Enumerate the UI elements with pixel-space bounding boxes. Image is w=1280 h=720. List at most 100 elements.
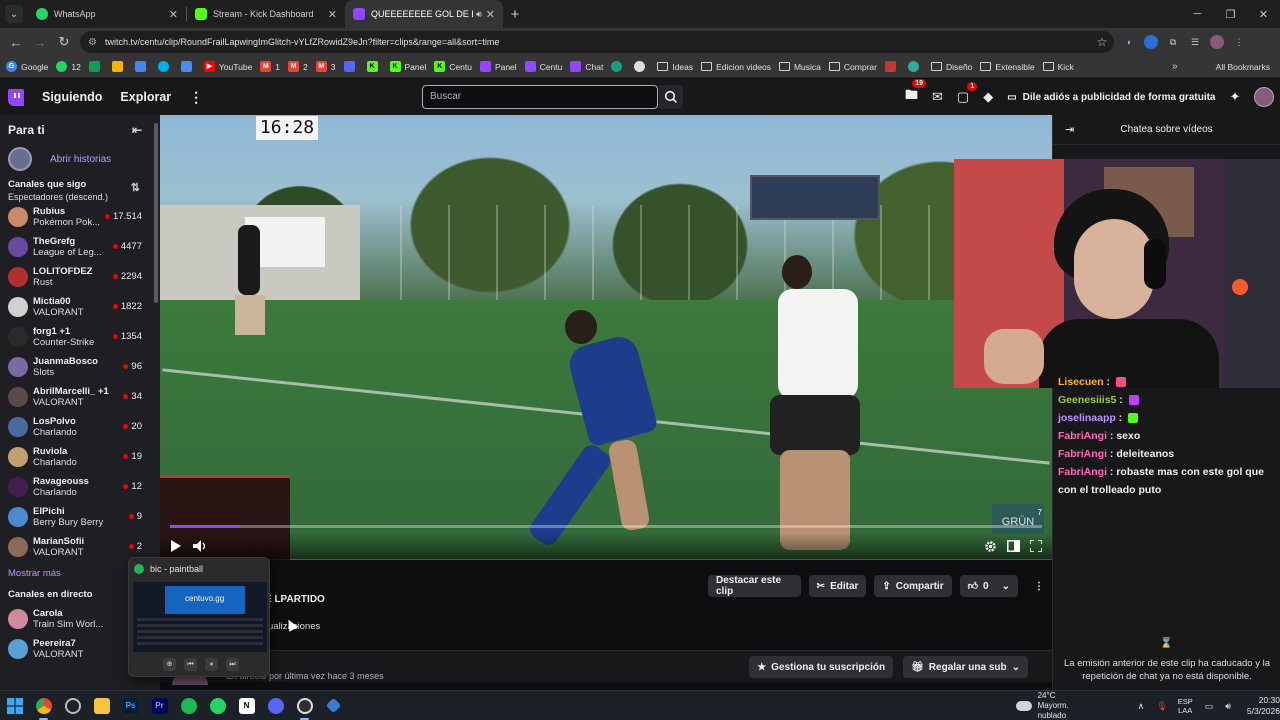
whispers-icon[interactable]: ▢ 1 [957, 82, 978, 105]
address-bar[interactable]: ⚙ twitch.tv/centu/clip/RoundFrailLapwing… [80, 31, 1114, 53]
reading-list-icon[interactable]: ☰ [1188, 35, 1202, 49]
tab-twitch-clip[interactable]: QUEEEEEEEE GOL DE LPAR 🔊︎ ✕ [345, 0, 503, 28]
bookmark-chatgpt[interactable] [611, 61, 626, 72]
volume-tray-icon[interactable]: 🔊︎ [1225, 701, 1231, 712]
sidebar-channel-item[interactable]: AbrilMarcelli_ +1 VALORANT 34 [0, 382, 152, 412]
bookmark-gmail-2[interactable]: M2 [288, 61, 308, 72]
add-icon[interactable]: ⊕ [163, 658, 176, 671]
bookmark-kick-centu[interactable]: K Centu [434, 61, 472, 72]
chat-username[interactable]: Lisecuen [1058, 376, 1104, 388]
close-tab-icon[interactable]: ✕ [169, 8, 178, 21]
inbox-icon[interactable]: ✉︎ [932, 89, 943, 105]
bookmark-folder-edicion[interactable]: Edicion videos [701, 62, 771, 72]
bookmark-twitch-chat[interactable]: Chat [570, 61, 603, 72]
twitch-logo-icon[interactable] [8, 88, 24, 106]
sidebar-channel-item[interactable]: ElPichi Berry Bury Berry 9 [0, 502, 152, 532]
tab-search-button[interactable]: ⌄ [0, 0, 28, 28]
edit-clip-button[interactable]: ✂ Editar [808, 575, 867, 597]
next-track-icon[interactable]: ⏭ [226, 658, 239, 671]
language-indicator[interactable]: ESP LAA [1178, 697, 1193, 715]
chat-username[interactable]: FabriAngi [1058, 430, 1107, 442]
all-bookmarks[interactable]: All Bookmarks [1216, 56, 1270, 78]
bookmark-calendar[interactable] [180, 61, 196, 72]
theatre-mode-icon[interactable] [1007, 540, 1020, 552]
search-input[interactable]: Buscar [422, 85, 658, 109]
tray-overflow-icon[interactable]: ∧ [1138, 701, 1145, 712]
bookmark-folder-ideas[interactable]: Ideas [657, 62, 693, 72]
spotify-preview-thumbnail[interactable]: centuvo.gg [133, 582, 267, 652]
user-avatar[interactable] [1254, 87, 1275, 107]
play-icon[interactable] [170, 540, 181, 552]
taskbar-app[interactable] [319, 691, 348, 720]
chevron-down-icon[interactable]: ⌄ [1012, 662, 1020, 673]
new-tab-button[interactable]: + [503, 6, 527, 23]
bookmark-twitch-panel[interactable]: Panel [479, 61, 517, 72]
tab-kick-dashboard[interactable]: Stream - Kick Dashboard ✕ [187, 0, 345, 28]
taskbar-settings[interactable] [58, 691, 87, 720]
sidebar-channel-item[interactable]: Rubius Pokémon Pok... 17.514 [0, 202, 152, 232]
sidebar-channel-item[interactable]: forg1 +1 Counter-Strike 1354 [0, 322, 152, 352]
gift-sub-button[interactable]: 🎁︎ Regalar una sub ⌄ [903, 656, 1028, 678]
bookmark-gmail-3[interactable]: M3 [315, 61, 336, 72]
video-player[interactable]: 16:28 GRÜN 7 [160, 115, 1052, 560]
search-button[interactable] [659, 85, 683, 109]
system-clock[interactable]: 20:30 5/3/2026 [1247, 695, 1280, 717]
bookmark-misc-1[interactable] [884, 61, 900, 72]
vpn-extension-icon[interactable] [1144, 35, 1158, 49]
open-stories[interactable]: Abrir historias [0, 145, 152, 173]
sort-icon[interactable]: ⇅ [131, 181, 140, 194]
audio-extension-icon[interactable]: ◗ [1122, 35, 1136, 49]
sidebar-channel-item[interactable]: Ravageouss Charlando 12 [0, 472, 152, 502]
taskbar-explorer[interactable] [87, 691, 116, 720]
more-menu-icon[interactable]: ⋮ [189, 89, 203, 106]
bookmark-kick[interactable]: K [366, 61, 382, 72]
profile-avatar-icon[interactable] [1210, 35, 1224, 49]
sidebar-channel-item[interactable]: JuanmaBosco Slots 96 [0, 352, 152, 382]
site-info-icon[interactable]: ⚙ [88, 37, 97, 48]
scrollbar-thumb[interactable] [154, 123, 158, 303]
taskbar-notion[interactable]: N [232, 691, 261, 720]
more-options-icon[interactable]: ⋮ [1026, 575, 1052, 597]
chat-username[interactable]: joselinaapp [1058, 412, 1116, 424]
microphone-icon[interactable]: 🎙︎ [1156, 701, 1167, 712]
browser-menu-icon[interactable]: ⋮ [1232, 35, 1246, 49]
manage-subscription-button[interactable]: ★ Gestiona tu suscripción [749, 656, 894, 678]
highlight-clip-button[interactable]: Destacar este clip [708, 575, 801, 597]
close-tab-icon[interactable]: ✕ [328, 8, 337, 21]
taskbar-chrome[interactable] [29, 691, 58, 720]
bookmark-discord[interactable] [343, 61, 359, 72]
nav-browse[interactable]: Explorar [120, 90, 171, 104]
bookmark-folder-diseno[interactable]: Diseño [930, 62, 972, 72]
tab-whatsapp[interactable]: WhatsApp ✕ [28, 0, 186, 28]
sidebar-channel-item[interactable]: Ruviola Charlando 19 [0, 442, 152, 472]
sidebar-channel-item[interactable]: LOLITOFDEZ Rust 2294 [0, 262, 152, 292]
speaker-icon[interactable]: 🔊︎ [476, 9, 482, 20]
weather-widget[interactable]: 24°C Mayorm. nublado [1016, 691, 1098, 720]
chat-username[interactable]: Geenesiiis5 [1058, 394, 1116, 406]
bookmark-github[interactable] [634, 61, 649, 72]
turbo-icon[interactable]: ✦ [1229, 89, 1240, 105]
sidebar-channel-item[interactable]: TheGrefg League of Leg... 4477 [0, 232, 152, 262]
minimize-icon[interactable]: ─ [1181, 0, 1214, 28]
bookmark-misc-2[interactable] [907, 61, 923, 72]
sidebar-channel-item[interactable]: LosPolvo Charlando 20 [0, 412, 152, 442]
previous-track-icon[interactable]: ⏮ [184, 658, 197, 671]
taskbar-photoshop[interactable]: Ps [116, 691, 145, 720]
taskbar-premiere[interactable]: Pr [145, 691, 174, 720]
puzzle-extensions-icon[interactable]: ⧉ [1166, 35, 1180, 49]
chat-username[interactable]: FabriAngi [1058, 448, 1107, 460]
taskbar-discord[interactable] [261, 691, 290, 720]
close-tab-icon[interactable]: ✕ [486, 8, 495, 21]
like-button[interactable]: 👍︎ 0 ⌄ [959, 575, 1018, 597]
bookmark-folder-musica[interactable]: Musica [778, 62, 821, 72]
collapse-sidebar-icon[interactable]: ⇤ [132, 123, 142, 137]
sidebar-channel-item[interactable]: Mictia00 VALORANT 1822 [0, 292, 152, 322]
collapse-chat-icon[interactable]: ⇥ [1065, 123, 1074, 136]
bookmark-whatsapp[interactable]: 12 [56, 61, 81, 72]
close-window-icon[interactable]: ✕ [1247, 0, 1280, 28]
pause-icon[interactable]: ⏸ [205, 658, 218, 671]
bookmark-google[interactable]: G Google [6, 61, 48, 72]
bookmark-kick-panel[interactable]: K Panel [389, 61, 426, 72]
taskbar-spotify[interactable] [174, 691, 203, 720]
chevron-down-icon[interactable]: ⌄ [1002, 581, 1010, 592]
